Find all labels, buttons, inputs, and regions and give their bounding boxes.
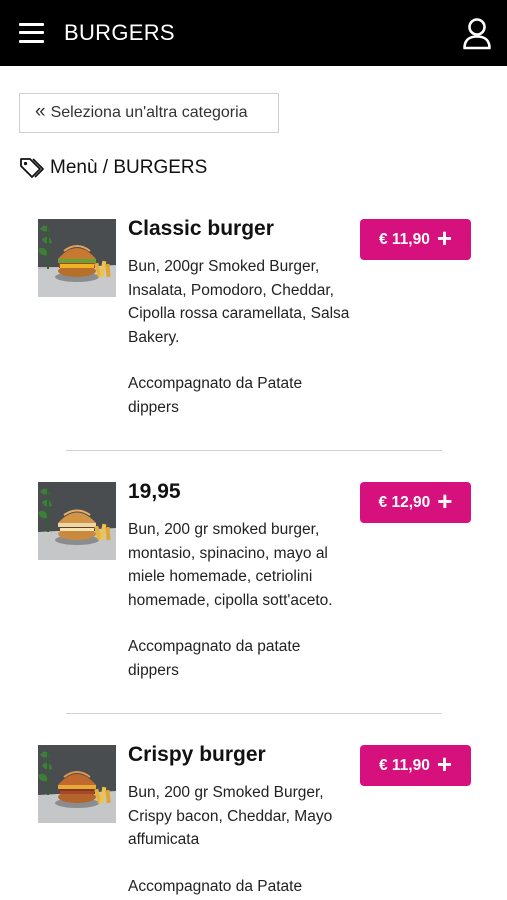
breadcrumb-text: Menù / BURGERS <box>50 157 208 178</box>
product-name: 19,95 <box>128 480 181 503</box>
product-image <box>38 219 116 297</box>
page-title: BURGERS <box>64 20 175 45</box>
add-to-cart-button[interactable]: € 11,90 + <box>360 219 471 260</box>
product-description: Bun, 200 gr Smoked Burger, Crispy bacon,… <box>128 784 333 848</box>
product-description: Bun, 200gr Smoked Burger, Insalata, Pomo… <box>128 258 350 346</box>
product-price: € 12,90 <box>378 493 431 511</box>
product-side-dish: Accompagnato da Patate <box>128 878 303 895</box>
divider <box>66 450 442 451</box>
user-icon[interactable] <box>461 17 493 51</box>
breadcrumb: Menù / BURGERS <box>19 155 207 181</box>
select-other-category-label: Seleziona un'altra categoria <box>50 104 248 121</box>
add-to-cart-button[interactable]: € 12,90 + <box>360 482 471 523</box>
top-bar: BURGERS <box>0 0 507 66</box>
hamburger-menu-icon[interactable] <box>19 21 44 45</box>
product-image <box>38 482 116 560</box>
product-side-dish: Accompagnato da patate dippers <box>128 638 301 679</box>
select-other-category-button[interactable]: « Seleziona un'altra categoria <box>19 93 279 133</box>
product-side-dish: Accompagnato da Patate dippers <box>128 375 303 416</box>
double-chevron-left-icon: « <box>35 101 46 122</box>
product-name: Classic burger <box>128 217 274 240</box>
add-to-cart-button[interactable]: € 11,90 + <box>360 745 471 786</box>
product-price: € 11,90 <box>378 756 430 774</box>
product-name: Crispy burger <box>128 743 266 766</box>
product-description: Bun, 200 gr smoked burger, montasio, spi… <box>128 521 333 609</box>
plus-icon: + <box>436 749 453 779</box>
tag-icon <box>20 158 44 178</box>
plus-icon: + <box>437 486 453 516</box>
plus-icon: + <box>436 223 453 253</box>
divider <box>66 713 442 714</box>
product-image <box>38 745 116 823</box>
product-price: € 11,90 <box>378 230 430 248</box>
